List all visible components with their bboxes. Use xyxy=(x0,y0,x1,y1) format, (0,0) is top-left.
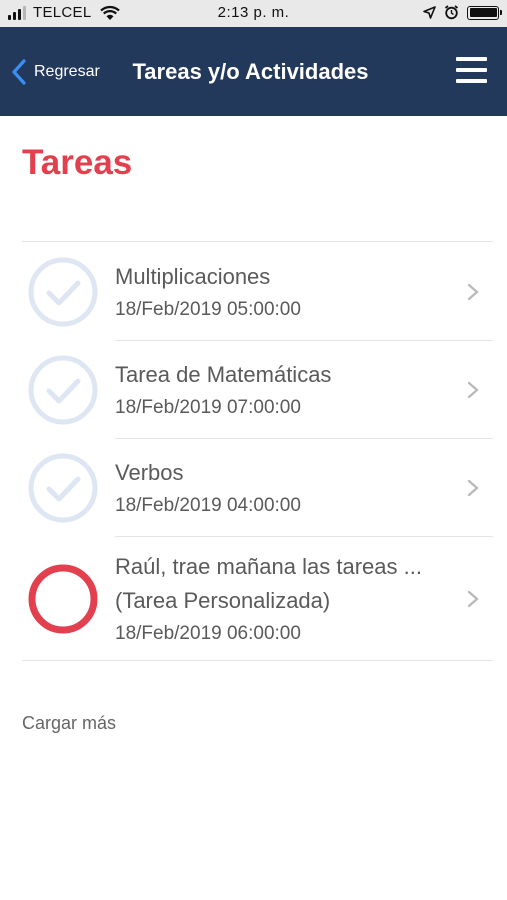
hamburger-icon xyxy=(456,57,487,61)
page-title: Tareas y/o Actividades xyxy=(132,58,369,84)
chevron-right-icon xyxy=(467,381,479,399)
section-title: Tareas xyxy=(22,143,133,182)
task-title: Verbos xyxy=(115,460,184,485)
status-bar: TELCEL 2:13 p. m. xyxy=(0,0,507,27)
pending-circle-icon xyxy=(28,564,98,634)
task-item[interactable]: Verbos 18/Feb/2019 04:00:00 xyxy=(22,439,493,537)
location-icon xyxy=(423,6,436,19)
check-circle-icon xyxy=(28,257,98,326)
chevron-right-icon xyxy=(467,590,479,608)
task-date: 18/Feb/2019 06:00:00 xyxy=(115,623,301,644)
task-item[interactable]: Tarea de Matemáticas 18/Feb/2019 07:00:0… xyxy=(22,341,493,439)
task-list: Multiplicaciones 18/Feb/2019 05:00:00 Ta… xyxy=(22,241,493,661)
load-more-link[interactable]: Cargar más xyxy=(22,713,116,734)
status-right xyxy=(423,5,502,20)
task-date: 18/Feb/2019 05:00:00 xyxy=(115,298,301,320)
chevron-right-icon xyxy=(467,479,479,497)
check-circle-icon xyxy=(28,453,98,523)
task-title: Raúl, trae mañana las tareas ... xyxy=(115,554,422,579)
task-subtitle: (Tarea Personalizada) xyxy=(115,588,331,613)
check-circle-icon xyxy=(28,355,98,425)
task-title: Multiplicaciones xyxy=(115,263,271,289)
task-date: 18/Feb/2019 04:00:00 xyxy=(115,495,301,516)
task-date: 18/Feb/2019 07:00:00 xyxy=(115,397,301,418)
battery-icon xyxy=(467,5,502,20)
task-title: Tarea de Matemáticas xyxy=(115,362,332,387)
task-item[interactable]: Multiplicaciones 18/Feb/2019 05:00:00 xyxy=(22,242,493,341)
alarm-icon xyxy=(444,5,459,20)
chevron-right-icon xyxy=(467,283,479,300)
task-item[interactable]: Raúl, trae mañana las tareas ... (Tarea … xyxy=(22,537,493,661)
menu-button[interactable] xyxy=(456,57,487,83)
nav-bar: Regresar Tareas y/o Actividades xyxy=(0,27,507,116)
